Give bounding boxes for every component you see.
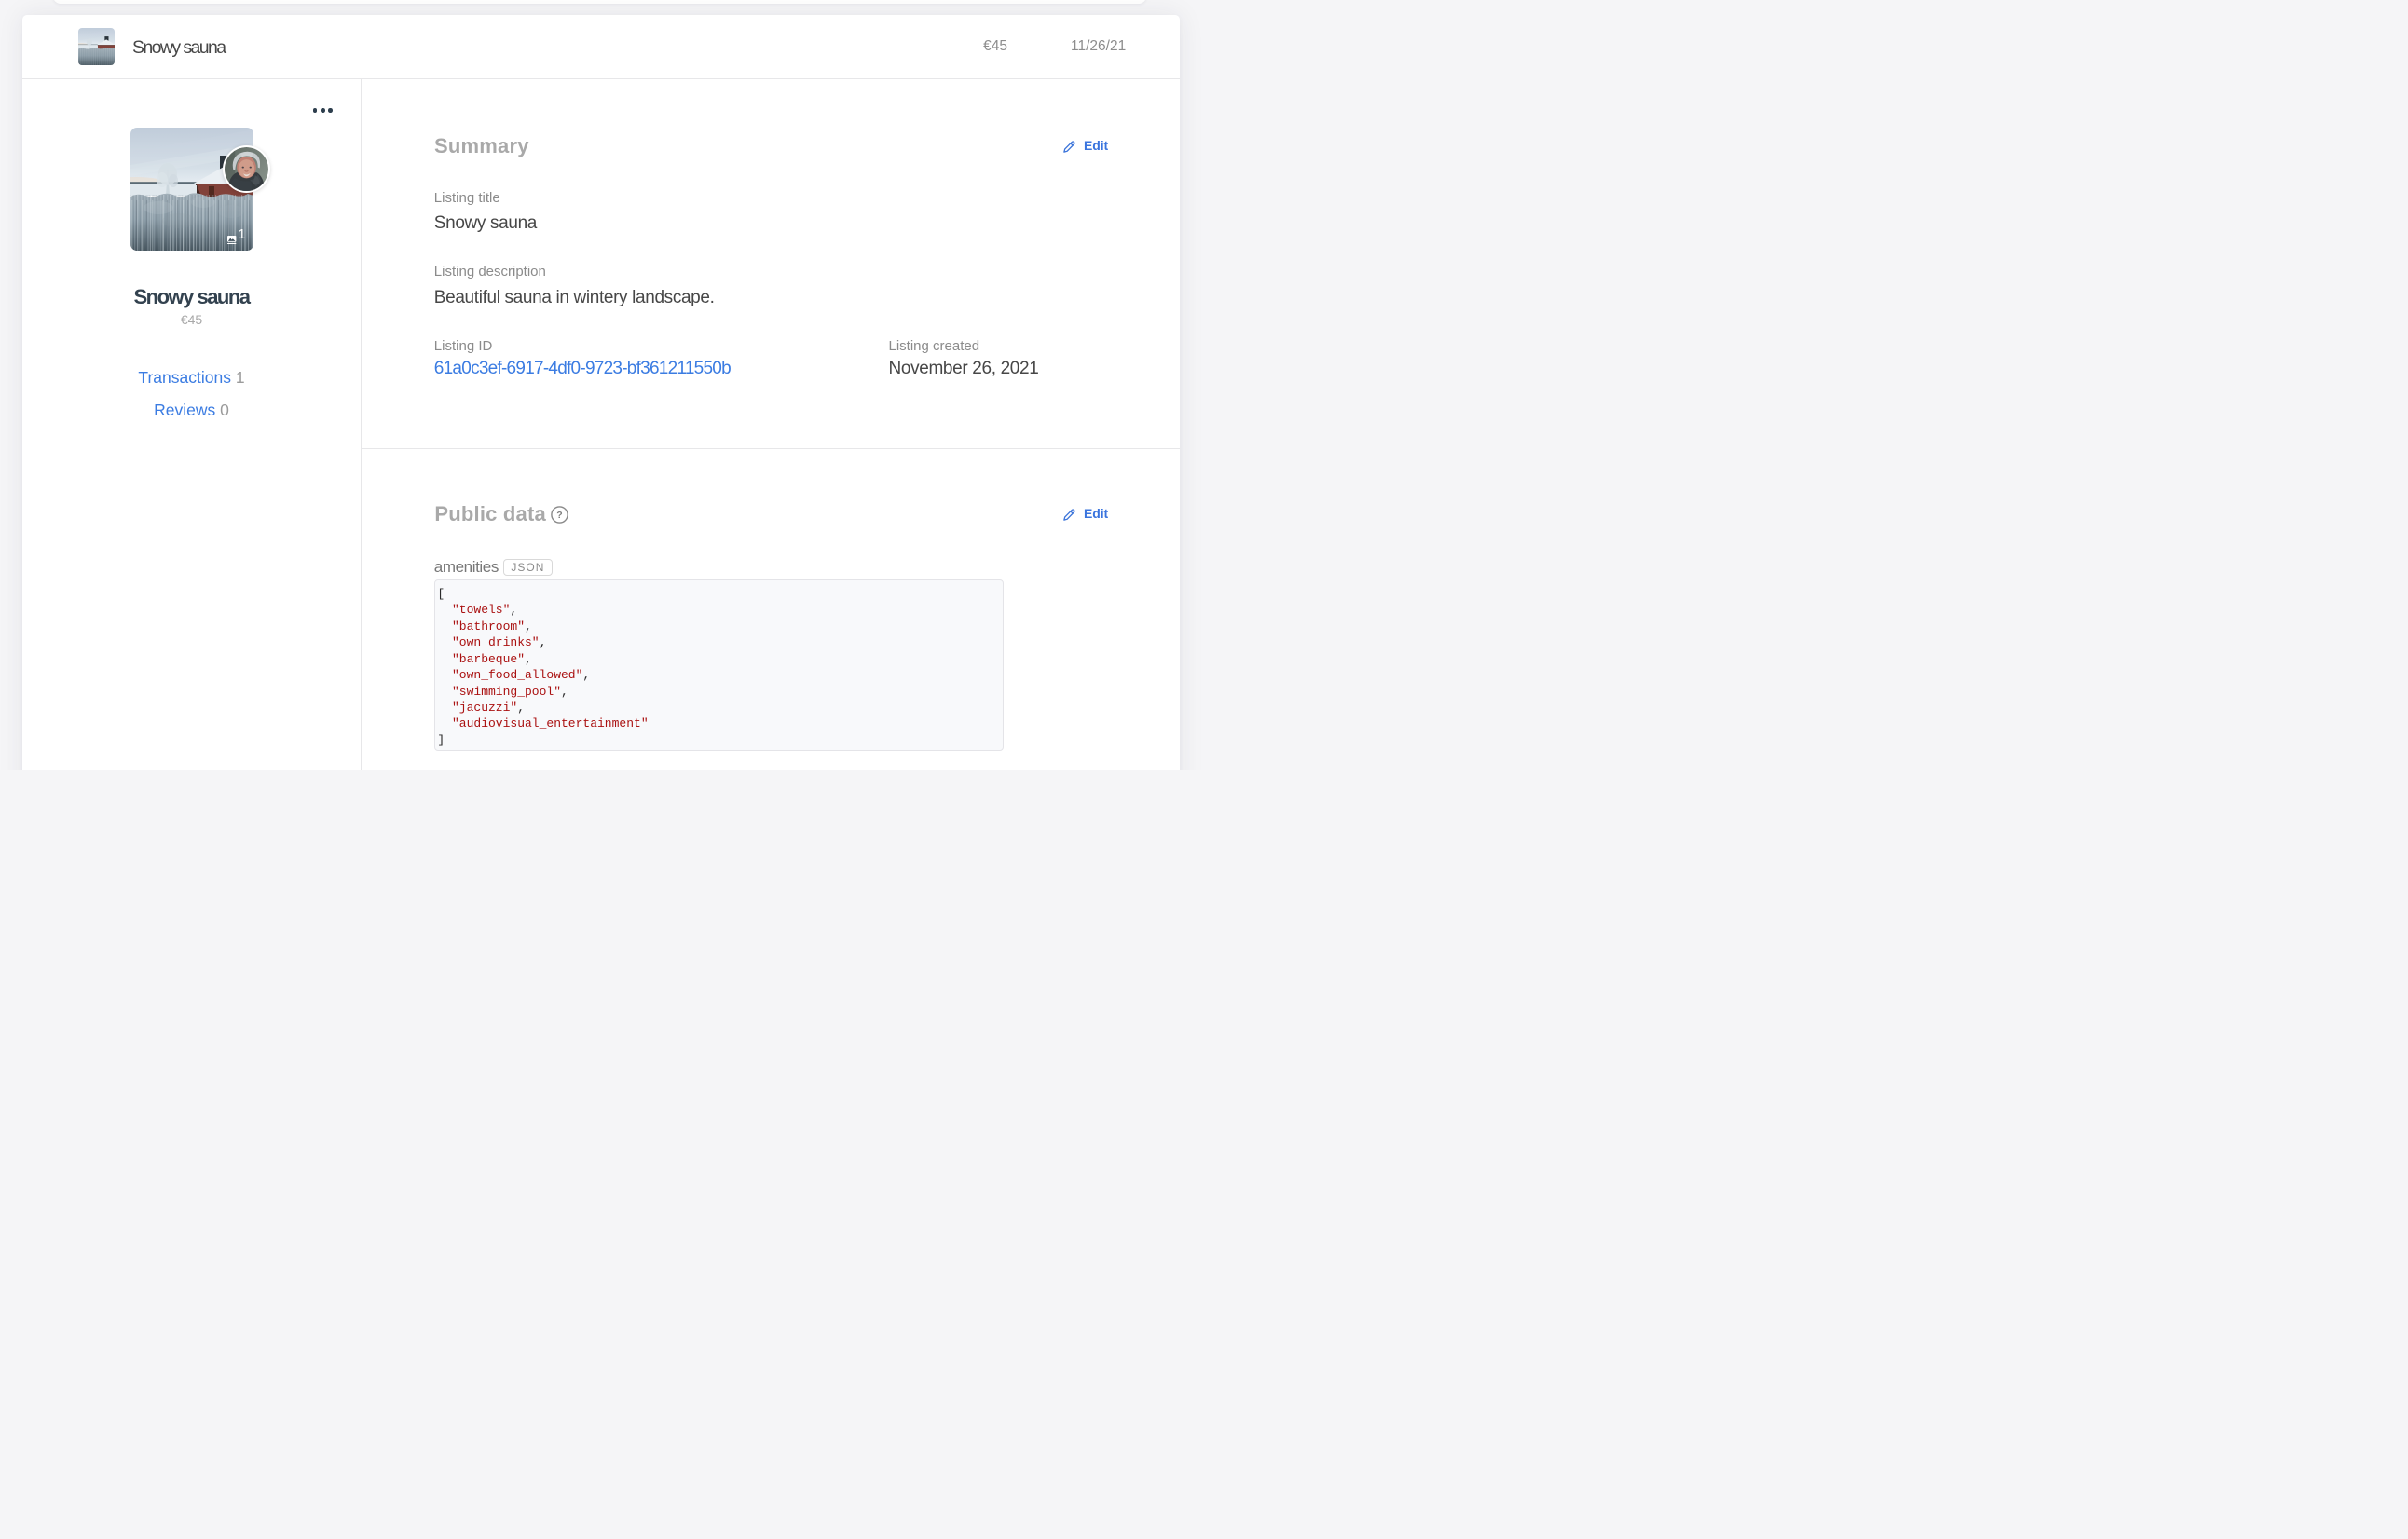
svg-text:?: ? xyxy=(556,510,562,521)
